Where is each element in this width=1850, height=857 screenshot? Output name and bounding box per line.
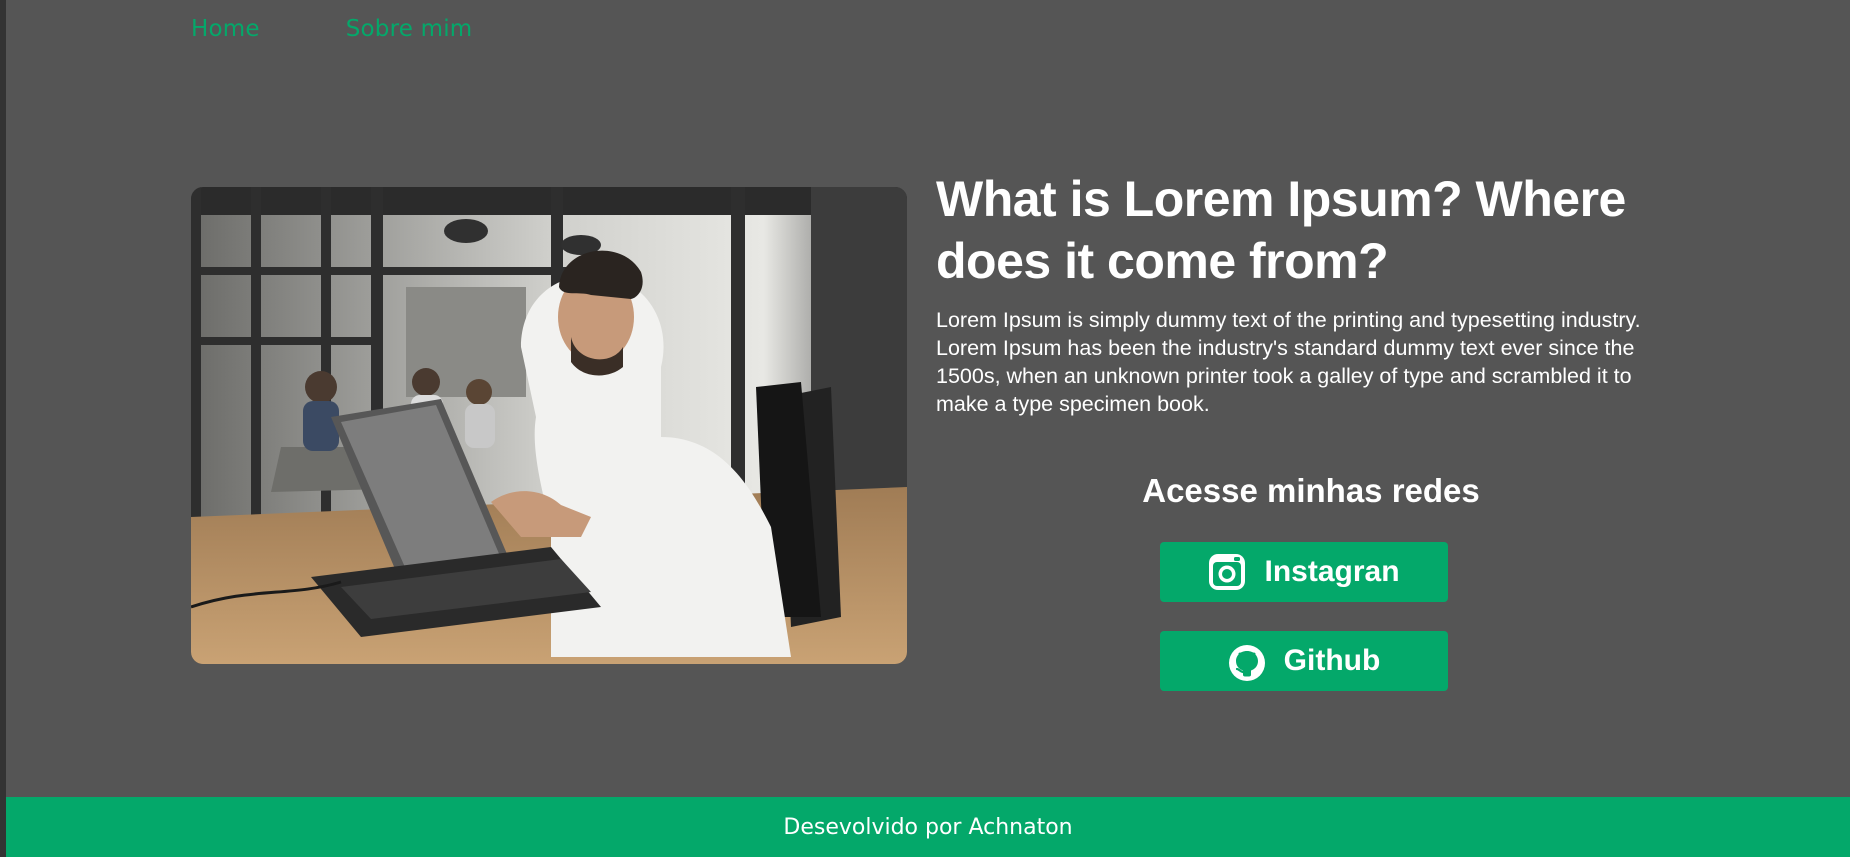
nav-link-sobre-mim[interactable]: Sobre mim bbox=[346, 16, 473, 46]
github-icon bbox=[1228, 642, 1266, 681]
instagram-button-label: Instagran bbox=[1264, 555, 1400, 588]
page: Home Sobre mim What is Lorem Ipsum? Wher… bbox=[6, 0, 1850, 857]
github-button-label: Github bbox=[1283, 644, 1381, 677]
man-at-laptop-photo bbox=[191, 187, 907, 664]
hero-description: Lorem Ipsum is simply dummy text of the … bbox=[936, 308, 1641, 416]
footer-credit: Desevolvido por Achnaton bbox=[783, 814, 1073, 840]
hero-title: What is Lorem Ipsum? Where does it come … bbox=[936, 171, 1626, 289]
instagram-button[interactable]: Instagran bbox=[1160, 542, 1448, 602]
footer: Desevolvido por Achnaton bbox=[6, 797, 1850, 857]
top-nav: Home Sobre mim bbox=[191, 16, 472, 46]
social-heading: Acesse minhas redes bbox=[1142, 472, 1480, 509]
github-button[interactable]: Github bbox=[1160, 631, 1448, 691]
instagram-icon bbox=[1208, 553, 1246, 591]
hero-photo bbox=[191, 187, 907, 664]
nav-link-home[interactable]: Home bbox=[191, 16, 260, 46]
